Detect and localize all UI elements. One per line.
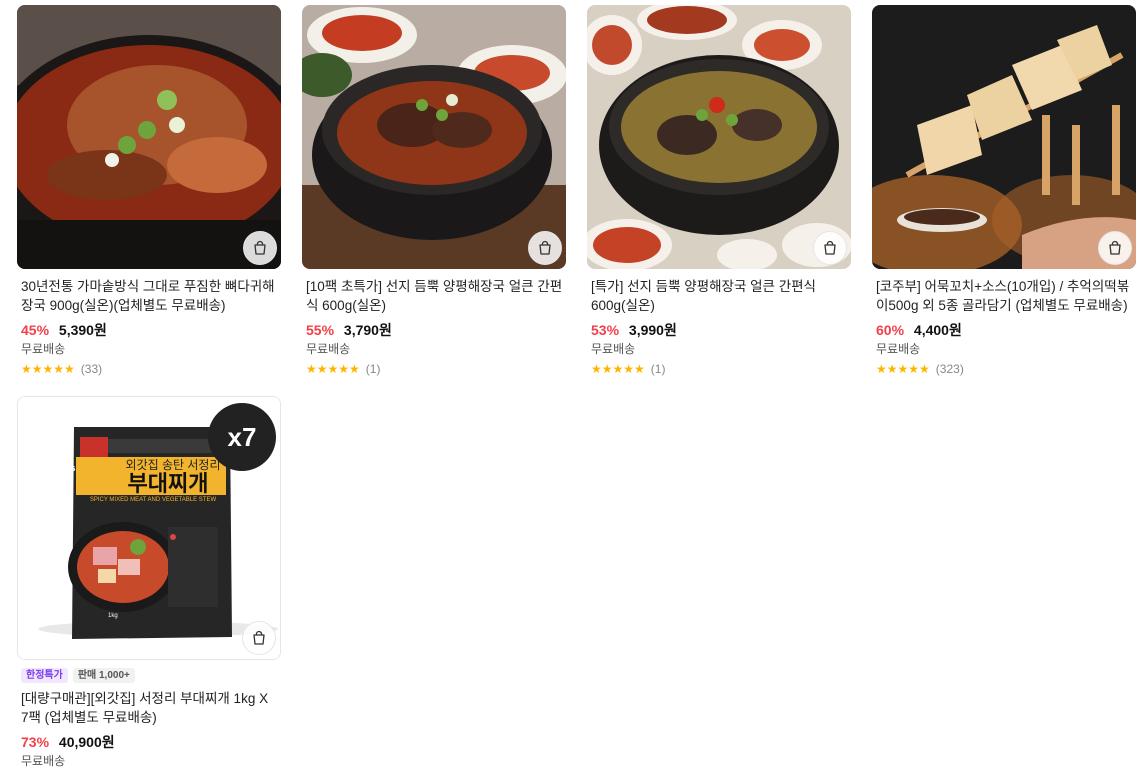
package-name: 부대찌개: [128, 471, 209, 496]
discount-rate: 53%: [591, 322, 620, 338]
shipping-info: 무료배송: [306, 342, 351, 356]
product-price: 3,790원: [343, 322, 392, 338]
product-image[interactable]: [17, 5, 281, 269]
shopping-bag-icon: [253, 630, 265, 645]
product-title[interactable]: [10팩 초특가] 선지 듬뿍 양평해장국 얼큰 간편식 600g(실온): [306, 277, 564, 315]
add-to-cart-button[interactable]: [528, 231, 562, 265]
stew-image: [17, 5, 281, 269]
discount-rate: 73%: [21, 734, 50, 750]
add-to-cart-button[interactable]: [1098, 231, 1132, 265]
quantity-badge: x7: [208, 403, 276, 471]
discount-rate: 60%: [876, 322, 905, 338]
product-price: 4,400원: [913, 322, 962, 338]
rating: ★★★★★ (1): [591, 362, 849, 376]
shipping-info: 무료배송: [591, 342, 636, 356]
discount-rate: 55%: [306, 322, 335, 338]
review-count: (33): [80, 362, 103, 376]
star-icon: ★★★★★: [21, 362, 75, 376]
sales-count-badge: 판매 1,000+: [72, 668, 135, 683]
shopping-bag-icon: [1109, 240, 1121, 255]
rating: ★★★★★ (323): [876, 362, 1134, 376]
add-to-cart-button[interactable]: [242, 621, 276, 655]
shopping-bag-icon: [254, 240, 266, 255]
product-price: 3,990원: [628, 322, 677, 338]
product-image[interactable]: [872, 5, 1136, 269]
product-image[interactable]: [587, 5, 851, 269]
stew-image: [587, 5, 851, 269]
product-price: 40,900원: [58, 734, 115, 750]
review-count: (323): [935, 362, 964, 376]
shopping-bag-icon: [824, 240, 836, 255]
product-image[interactable]: asian kitchen 외갓집 송탄 서정리 부대찌개 SPICY MIXE…: [17, 396, 281, 660]
product-title[interactable]: [코주부] 어묵꼬치+소스(10개입) / 추억의떡볶이500g 외 5종 골라…: [876, 277, 1134, 315]
package-english: SPICY MIXED MEAT AND VEGETABLE STEW: [90, 497, 217, 503]
add-to-cart-button[interactable]: [813, 231, 847, 265]
review-count: (1): [650, 362, 666, 376]
shopping-bag-icon: [539, 240, 551, 255]
product-title[interactable]: [특가] 선지 듬뿍 양평해장국 얼큰 간편식 600g(실온): [591, 277, 849, 315]
limited-deal-badge: 한정특가: [21, 668, 68, 683]
star-icon: ★★★★★: [306, 362, 360, 376]
fishcake-skewer-image: [872, 5, 1136, 269]
stew-image: [302, 5, 566, 269]
star-icon: ★★★★★: [591, 362, 645, 376]
review-count: (1): [365, 362, 381, 376]
discount-rate: 45%: [21, 322, 50, 338]
rating: ★★★★★ (1): [306, 362, 564, 376]
product-price: 5,390원: [58, 322, 107, 338]
package-subtitle: 외갓집 송탄 서정리: [126, 458, 221, 472]
shipping-info: 무료배송: [21, 342, 66, 356]
product-title[interactable]: [대량구매관][외갓집] 서정리 부대찌개 1kg X 7팩 (업체별도 무료배…: [21, 689, 279, 727]
add-to-cart-button[interactable]: [243, 231, 277, 265]
package-weight: 1kg: [108, 613, 118, 619]
rating: ★★★★★ (33): [21, 362, 279, 376]
product-image[interactable]: [302, 5, 566, 269]
product-title[interactable]: 30년전통 가마솥방식 그대로 푸짐한 뼈다귀해장국 900g(실온)(업체별도…: [21, 277, 279, 315]
star-icon: ★★★★★: [876, 362, 930, 376]
shipping-info: 무료배송: [876, 342, 921, 356]
